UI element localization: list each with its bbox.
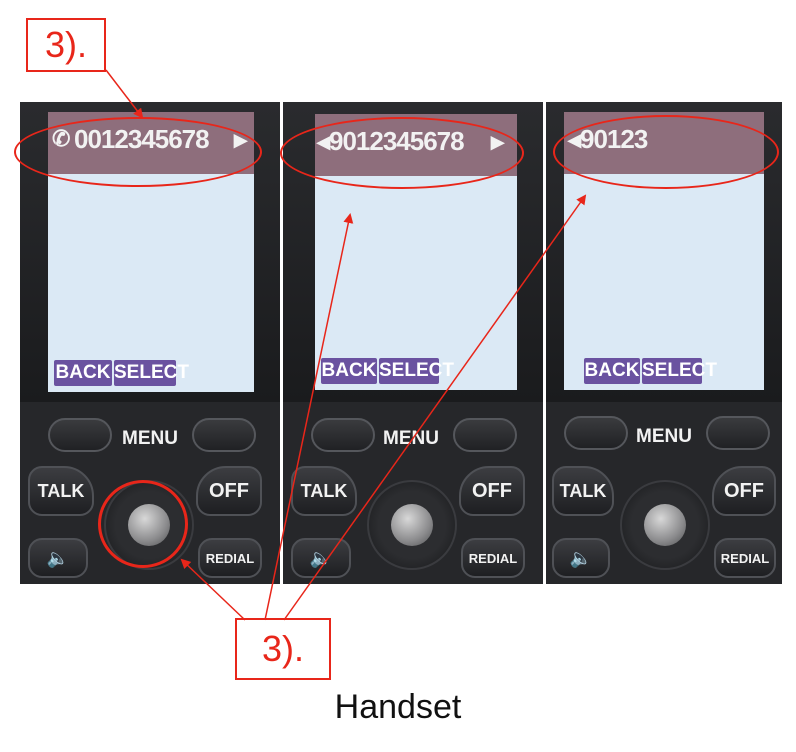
- arrow-to-display-1: [105, 69, 144, 119]
- arrow-to-display-3: [283, 194, 587, 621]
- arrow-to-display-2: [264, 213, 354, 621]
- callout-arrows: [105, 69, 587, 621]
- arrow-to-nav-button: [180, 558, 246, 621]
- caption-handset: Handset: [334, 688, 462, 726]
